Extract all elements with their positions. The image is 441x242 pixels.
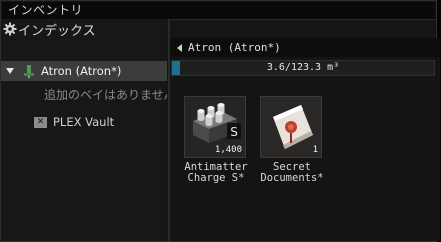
inventory-item[interactable]: 1 Secret Documents*: [260, 96, 324, 184]
tree-item-plex-vault[interactable]: ✕ PLEX Vault: [1, 113, 167, 131]
item-tile[interactable]: S 1,400: [184, 96, 246, 158]
item-name-line: Documents*: [260, 172, 324, 184]
inventory-item[interactable]: S 1,400 Antimatter Charge S*: [184, 96, 248, 184]
gear-icon[interactable]: [3, 22, 17, 36]
window-title[interactable]: インベントリ: [2, 2, 435, 19]
item-name: Secret Documents*: [260, 162, 324, 184]
capacity-bar: 3.6/123.3 m³: [171, 60, 435, 76]
item-name: Antimatter Charge S*: [184, 162, 248, 184]
plex-vault-icon: ✕: [34, 116, 47, 128]
index-label: インデックス: [18, 23, 96, 39]
item-quantity: 1: [312, 145, 318, 155]
breadcrumb-label: Atron (Atron*): [188, 41, 281, 54]
ship-label: Atron (Atron*): [41, 64, 122, 78]
breadcrumb: Atron (Atron*): [170, 38, 440, 57]
plex-vault-label: PLEX Vault: [53, 115, 115, 129]
ship-icon: [24, 65, 34, 78]
svg-text:S: S: [230, 125, 238, 139]
no-extra-bays-note: 追加のベイはありません: [44, 88, 167, 102]
back-arrow-icon[interactable]: [177, 43, 182, 52]
tree-item-ship[interactable]: Atron (Atron*): [1, 61, 167, 81]
capacity-text: 3.6/123.3 m³: [266, 62, 340, 73]
item-quantity: 1,400: [214, 145, 242, 155]
inventory-index-pane: インデックス Atron (Atron*) 追加のベイはありません ✕ PLEX…: [1, 19, 167, 241]
expand-triangle-icon[interactable]: [6, 68, 14, 74]
item-tile[interactable]: 1: [260, 96, 322, 158]
index-header[interactable]: インデックス: [1, 19, 167, 39]
item-name-line: Charge S*: [187, 172, 245, 184]
